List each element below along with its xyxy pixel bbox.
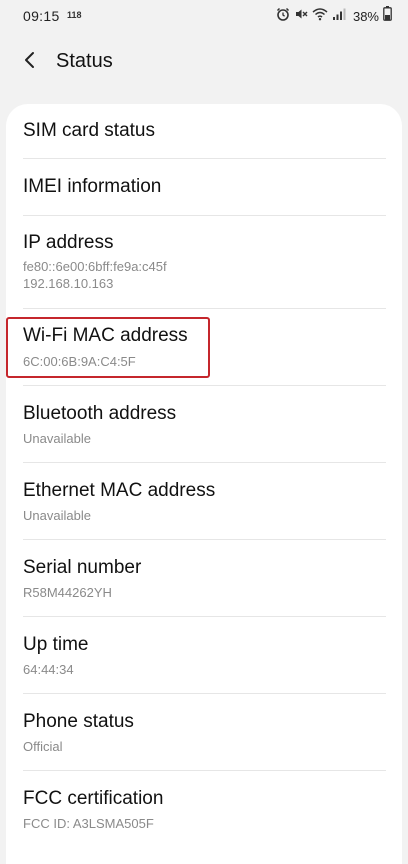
item-value: Official: [23, 739, 63, 754]
battery-icon: [383, 6, 392, 26]
list-item-ip-address[interactable]: IP address fe80::6e00:6bff:fe9a:c45f 192…: [6, 216, 402, 309]
item-title: Serial number: [23, 557, 142, 578]
wifi-icon: [312, 7, 328, 26]
item-value: Unavailable: [23, 431, 91, 446]
list-item-imei-information[interactable]: IMEI information: [6, 159, 402, 216]
item-title: Bluetooth address: [23, 403, 177, 424]
mute-icon: [294, 7, 308, 26]
signal-icon: [332, 7, 346, 26]
app-bar: Status: [0, 34, 408, 90]
list-item-up-time[interactable]: Up time 64:44:34: [6, 617, 402, 694]
item-title: Wi-Fi MAC address: [23, 325, 188, 346]
item-value: 64:44:34: [23, 662, 74, 677]
alarm-icon: [276, 7, 290, 26]
item-title: IMEI information: [23, 176, 162, 197]
status-time: 09:15: [23, 8, 60, 24]
item-title: IP address: [23, 232, 114, 253]
item-value: Unavailable: [23, 508, 91, 523]
item-title: FCC certification: [23, 788, 164, 809]
item-value: FCC ID: A3LSMA505F: [23, 816, 154, 831]
item-title: Ethernet MAC address: [23, 480, 216, 501]
item-value: R58M44262YH: [23, 585, 112, 600]
status-list: SIM card status IMEI information IP addr…: [6, 104, 402, 864]
list-item-wifi-mac-address[interactable]: Wi-Fi MAC address 6C:00:6B:9A:C4:5F: [6, 309, 402, 386]
item-value: 192.168.10.163: [23, 276, 114, 291]
item-title: Phone status: [23, 711, 134, 732]
item-title: Up time: [23, 634, 89, 655]
list-item-serial-number[interactable]: Serial number R58M44262YH: [6, 540, 402, 617]
list-item-fcc-certification[interactable]: FCC certification FCC ID: A3LSMA505F: [6, 771, 402, 848]
list-item-sim-card-status[interactable]: SIM card status: [6, 104, 402, 159]
list-item-ethernet-mac-address[interactable]: Ethernet MAC address Unavailable: [6, 463, 402, 540]
list-item-phone-status[interactable]: Phone status Official: [6, 694, 402, 771]
status-icons: 38%: [276, 6, 392, 26]
battery-percent: 38%: [352, 8, 379, 24]
item-title: SIM card status: [23, 120, 155, 141]
notification-count: 118: [67, 10, 82, 20]
status-bar: 09:15 118 38%: [0, 0, 408, 34]
back-button[interactable]: [14, 48, 46, 76]
chevron-left-icon: [23, 51, 37, 74]
page-title: Status: [56, 50, 113, 72]
list-item-bluetooth-address[interactable]: Bluetooth address Unavailable: [6, 386, 402, 463]
item-value: 6C:00:6B:9A:C4:5F: [23, 354, 136, 369]
item-value: fe80::6e00:6bff:fe9a:c45f: [23, 259, 167, 274]
